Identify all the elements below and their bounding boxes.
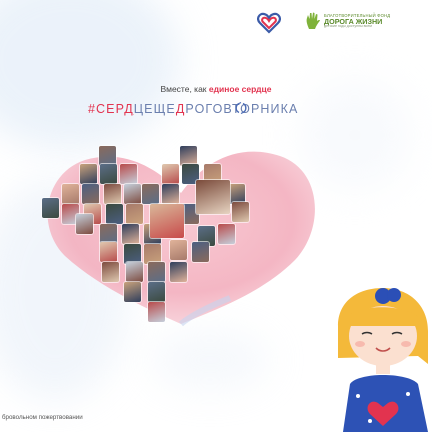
photo-tile[interactable]: [148, 302, 165, 322]
tagline: Вместе, как единое сердце: [0, 84, 432, 94]
photo-tile[interactable]: [218, 224, 235, 244]
footer-text: бровольном пожертвовании: [2, 414, 83, 421]
hashtag: #СЕРДЦЕЩЕДРОГОВТОРНИКА: [88, 102, 298, 116]
photo-tile-large[interactable]: [150, 204, 184, 238]
photo-tile[interactable]: [124, 244, 141, 264]
photo-tile[interactable]: [42, 198, 59, 218]
photo-tile[interactable]: [76, 214, 93, 234]
photo-tile[interactable]: [180, 146, 197, 166]
photo-tile[interactable]: [126, 262, 143, 282]
photo-tile[interactable]: [100, 242, 117, 262]
photo-tile[interactable]: [192, 242, 209, 262]
hand-logo-icon: [306, 12, 320, 29]
girl-illustration: [338, 288, 428, 432]
photo-tile[interactable]: [120, 164, 137, 184]
photo-tile[interactable]: [232, 202, 249, 222]
photo-tile[interactable]: [100, 164, 117, 184]
partner-logo[interactable]: БЛАГОТВОРИТЕЛЬНЫЙ ФОНД ДОРОГА ЖИЗНИ детс…: [305, 12, 390, 30]
photo-tile[interactable]: [170, 262, 187, 282]
photo-tile[interactable]: [80, 164, 97, 184]
photo-tile[interactable]: [82, 184, 99, 204]
photo-tile[interactable]: [228, 184, 245, 204]
hashtag-part-1: #СЕР: [88, 102, 125, 116]
photo-tile[interactable]: [124, 184, 141, 204]
photo-tile[interactable]: [106, 204, 123, 224]
share-icon[interactable]: [234, 101, 248, 115]
photo-tile[interactable]: [62, 184, 79, 204]
photo-tile[interactable]: [99, 146, 116, 166]
photo-tile[interactable]: [162, 164, 179, 184]
photo-tile[interactable]: [148, 282, 165, 302]
photo-tile[interactable]: [102, 262, 119, 282]
photo-tile[interactable]: [104, 184, 121, 204]
photo-tile[interactable]: [170, 240, 187, 260]
photo-tile[interactable]: [148, 262, 165, 282]
tagline-accent: единое сердце: [208, 84, 272, 94]
photo-tile[interactable]: [124, 282, 141, 302]
hashtag-part-4: Д: [175, 102, 186, 116]
tagline-prefix: Вместе, как: [160, 84, 207, 94]
hashtag-part-3: ЦЕЩЕ: [133, 102, 176, 116]
photo-tile[interactable]: [100, 224, 117, 244]
photo-tile[interactable]: [122, 224, 139, 244]
partner-slogan: детские годы доступны всем: [324, 23, 372, 28]
photo-tile[interactable]: [142, 184, 159, 204]
photo-tile[interactable]: [126, 204, 143, 224]
photo-tile[interactable]: [162, 184, 179, 204]
hashtag-part-2: Д: [124, 102, 134, 116]
photo-tile[interactable]: [144, 244, 161, 264]
photo-tile-large[interactable]: [196, 180, 230, 214]
heart-logo-icon: [257, 12, 281, 34]
